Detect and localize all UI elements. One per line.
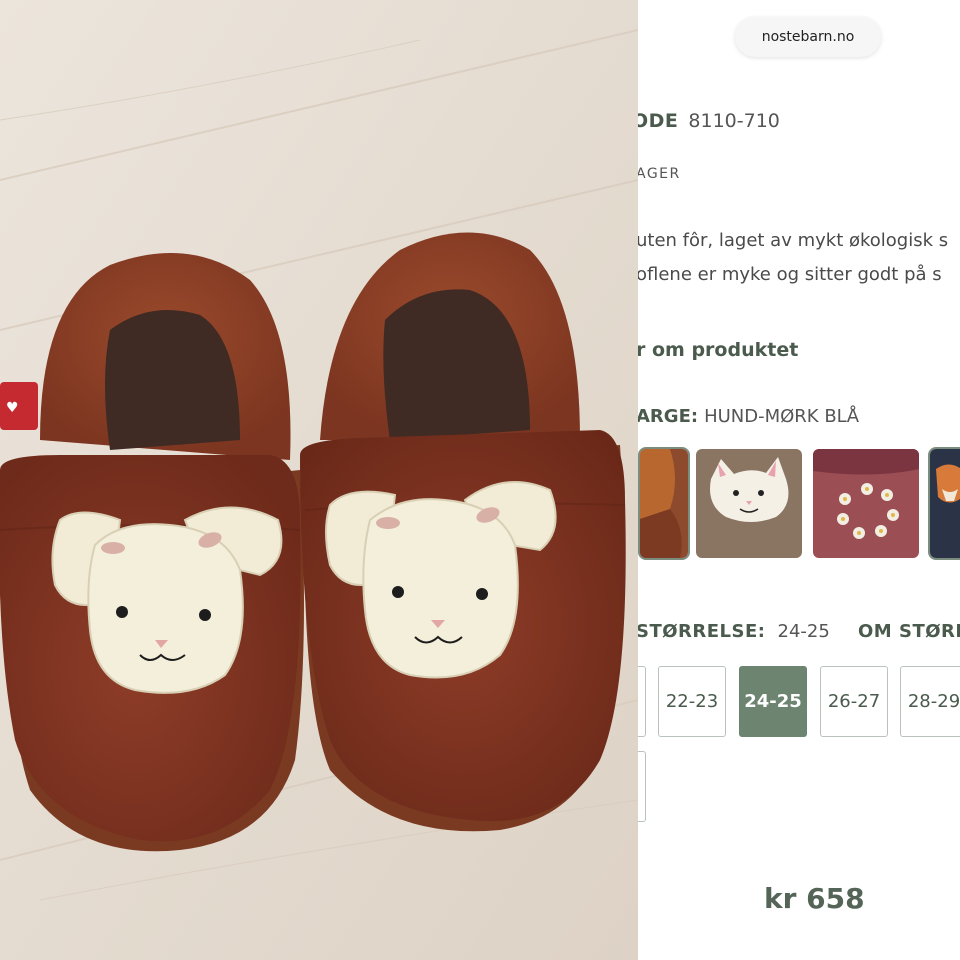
product-code: ODE 8110-710 (638, 110, 780, 132)
svg-text:♥: ♥ (6, 400, 19, 416)
size-option-label: 22-23 (665, 691, 719, 712)
product-code-label: ODE (638, 110, 679, 132)
product-price: kr 658 (764, 882, 865, 915)
size-option-28-29[interactable]: 28-29 (900, 666, 960, 737)
fox-slipper-thumbnail-icon (930, 449, 960, 558)
url-text: nostebarn.no (761, 29, 855, 45)
color-option-fox[interactable] (930, 449, 960, 558)
size-label: STØRRELSE: (638, 621, 766, 642)
size-option-22-23[interactable]: 22-23 (658, 666, 726, 737)
size-value: 24-25 (777, 621, 830, 642)
stock-status: AGER (638, 166, 681, 182)
color-option-cat[interactable] (696, 449, 802, 558)
size-option-label: 26-27 (827, 691, 881, 712)
more-about-product-link[interactable]: r om produktet (638, 339, 798, 361)
cat-slipper-thumbnail-icon (696, 449, 802, 558)
color-option-brown[interactable] (640, 449, 688, 558)
product-description: uten fôr, laget av mykt økologisk s ofle… (638, 224, 948, 292)
size-option-label: 28-29 (907, 691, 960, 712)
slippers-image: ♥ (0, 0, 638, 960)
flower-slipper-thumbnail-icon (813, 449, 919, 558)
description-line: uten fôr, laget av mykt økologisk s (638, 230, 949, 251)
product-page: nostebarn.no ODE 8110-710 AGER uten fôr, … (638, 0, 960, 960)
color-label: ARGE: (638, 406, 699, 427)
size-option-24-25[interactable]: 24-25 (739, 666, 807, 737)
size-option-label: 24-25 (744, 691, 802, 712)
size-option-26-27[interactable]: 26-27 (820, 666, 888, 737)
size-option[interactable] (638, 751, 646, 822)
brown-slipper-thumbnail-icon (640, 449, 688, 558)
product-code-value: 8110-710 (688, 110, 780, 132)
size-guide-link[interactable]: OM STØRF (858, 621, 960, 642)
size-selector-heading: STØRRELSE: 24-25 OM STØRF (638, 621, 960, 642)
size-option[interactable] (638, 666, 646, 737)
address-bar[interactable]: nostebarn.no (735, 17, 881, 57)
color-selector-heading: ARGE: HUND-MØRK BLÅ (638, 406, 859, 427)
product-photo: ♥ (0, 0, 638, 960)
color-option-flowers[interactable] (813, 449, 919, 558)
description-line: oflene er myke og sitter godt på s (638, 264, 942, 285)
color-value: HUND-MØRK BLÅ (704, 406, 860, 427)
